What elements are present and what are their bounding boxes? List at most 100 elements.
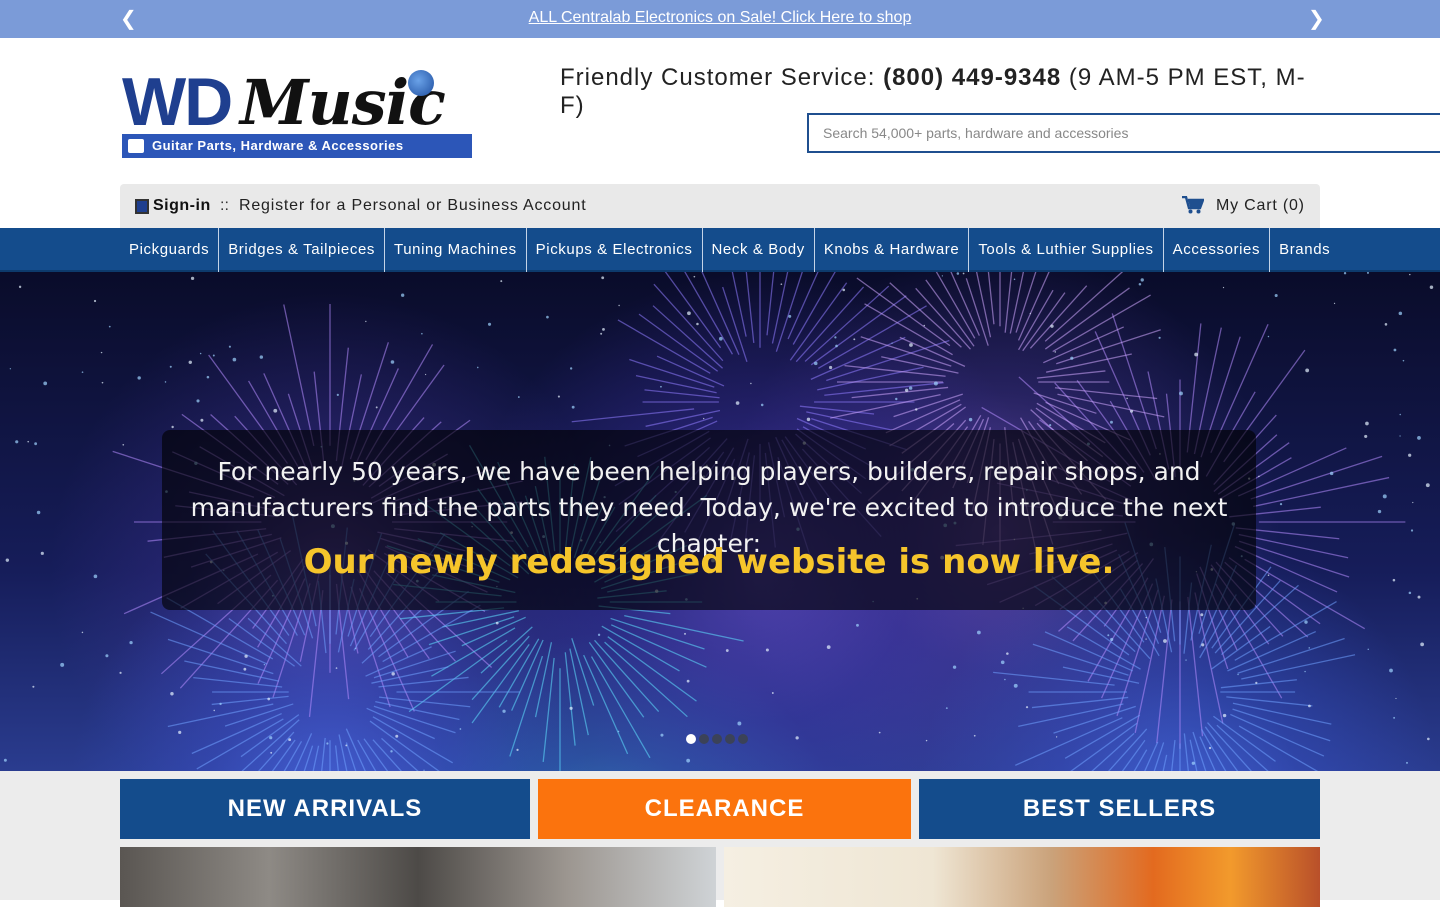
phone-number[interactable]: (800) 449-9348 — [883, 64, 1061, 91]
carousel-dot[interactable] — [686, 734, 696, 744]
best-sellers-button[interactable]: BEST SELLERS — [919, 779, 1320, 839]
hero-headline: Our newly redesigned website is now live… — [303, 542, 1115, 582]
site-logo[interactable]: WD Music Guitar Parts, Hardware & Access… — [122, 68, 472, 158]
nav-item-accessories[interactable]: Accessories — [1164, 228, 1271, 272]
firework-spark — [597, 633, 601, 637]
firework-spark — [200, 418, 204, 422]
firework-spark — [400, 293, 405, 297]
firework-spark — [1126, 397, 1128, 400]
new-arrivals-button[interactable]: NEW ARRIVALS — [120, 779, 530, 839]
firework-spark — [904, 388, 909, 392]
nav-item-brands[interactable]: Brands — [1270, 228, 1339, 272]
nav-item-neck-body[interactable]: Neck & Body — [703, 228, 815, 272]
firework-spark — [81, 371, 84, 373]
firework-spark — [915, 408, 918, 411]
firework-spark — [829, 365, 833, 370]
firework-spark — [660, 733, 664, 737]
firework-spark — [288, 738, 292, 742]
firework-spark — [1367, 648, 1369, 651]
firework-spark — [693, 275, 696, 278]
carousel-dot[interactable] — [699, 734, 709, 744]
firework-streak — [731, 272, 747, 337]
firework-spark — [1055, 736, 1058, 738]
search-input[interactable] — [809, 115, 1440, 151]
firework-spark — [1304, 670, 1306, 673]
firework-spark — [9, 368, 12, 370]
firework-spark — [1429, 285, 1434, 289]
firework-spark — [269, 736, 273, 740]
featured-section: NEW ARRIVALS CLEARANCE BEST SELLERS — [0, 771, 1440, 907]
nav-item-pickups-electronics[interactable]: Pickups & Electronics — [527, 228, 703, 272]
firework-spark — [424, 373, 427, 376]
firework-spark — [93, 574, 98, 579]
nav-item-tools-luthier-supplies[interactable]: Tools & Luthier Supplies — [969, 228, 1164, 272]
promo-image-guitars[interactable] — [724, 847, 1320, 907]
logo-wd: WD — [122, 64, 233, 140]
chevron-right-icon[interactable]: ❯ — [1308, 6, 1325, 31]
firework-spark — [34, 442, 38, 446]
firework-streak — [1022, 292, 1066, 352]
firework-spark — [212, 354, 215, 357]
logo-tagline-text: Guitar Parts, Hardware & Accessories — [152, 138, 404, 153]
carousel-dot[interactable] — [725, 734, 735, 744]
firework-spark — [196, 399, 200, 403]
firework-spark — [806, 417, 811, 422]
firework-spark — [968, 417, 973, 422]
carousel-dot[interactable] — [738, 734, 748, 744]
nav-item-pickguards[interactable]: Pickguards — [120, 228, 220, 272]
firework-spark — [1222, 286, 1225, 289]
firework-spark — [962, 272, 965, 275]
sign-in-link[interactable]: Sign-in — [153, 197, 211, 215]
register-link[interactable]: Register for a Personal or Business Acco… — [239, 197, 586, 215]
firework-spark — [878, 731, 881, 734]
firework-spark — [895, 397, 898, 401]
firework-spark — [1000, 660, 1005, 665]
firework-spark — [5, 558, 10, 562]
firework-spark — [1279, 502, 1283, 506]
firework-spark — [945, 707, 948, 710]
firework-spark — [1267, 574, 1270, 577]
firework-spark — [1201, 643, 1205, 647]
firework-spark — [976, 630, 981, 635]
firework-spark — [1329, 471, 1334, 476]
firework-spark — [81, 631, 84, 634]
customer-service-line: Friendly Customer Service: (800) 449-934… — [560, 64, 1320, 120]
nav-item-tuning-machines[interactable]: Tuning Machines — [385, 228, 527, 272]
firework-spark — [1025, 706, 1029, 709]
firework-streak — [257, 731, 295, 771]
firework-spark — [909, 343, 913, 347]
firework-streak — [1133, 749, 1148, 771]
account-bar: Sign-in :: Register for a Personal or Bu… — [120, 184, 1320, 228]
firework-spark — [1410, 529, 1414, 532]
announcement-link[interactable]: ALL Centralab Electronics on Sale! Click… — [0, 9, 1440, 27]
firework-streak — [196, 718, 284, 770]
cart-icon[interactable] — [1182, 196, 1204, 214]
firework-spark — [834, 336, 837, 339]
firework-spark — [1163, 639, 1167, 643]
firework-spark — [1267, 335, 1270, 338]
nav-item-bridges-tailpieces[interactable]: Bridges & Tailpieces — [219, 228, 385, 272]
firework-spark — [213, 709, 215, 712]
logo-tagline: Guitar Parts, Hardware & Accessories — [122, 134, 472, 158]
nav-item-knobs-hardware[interactable]: Knobs & Hardware — [815, 228, 970, 272]
my-cart-link[interactable]: My Cart (0) — [1216, 197, 1305, 215]
promo-image-crowd[interactable] — [120, 847, 716, 907]
firework-spark — [495, 621, 499, 625]
firework-spark — [1393, 348, 1397, 352]
firework-spark — [725, 649, 729, 652]
firework-streak — [1216, 724, 1269, 771]
firework-spark — [1013, 278, 1016, 281]
clearance-button[interactable]: CLEARANCE — [538, 779, 911, 839]
firework-spark — [273, 408, 278, 413]
firework-spark — [188, 360, 192, 364]
carousel-dot[interactable] — [712, 734, 722, 744]
firework-spark — [765, 648, 769, 652]
firework-spark — [137, 376, 141, 380]
hero-banner[interactable]: For nearly 50 years, we have been helpin… — [0, 272, 1440, 771]
firework-spark — [459, 728, 462, 730]
firework-spark — [1333, 302, 1336, 305]
account-separator: :: — [220, 197, 229, 214]
firework-spark — [354, 647, 357, 650]
firework-spark — [1366, 272, 1370, 274]
firework-streak — [1066, 626, 1141, 670]
